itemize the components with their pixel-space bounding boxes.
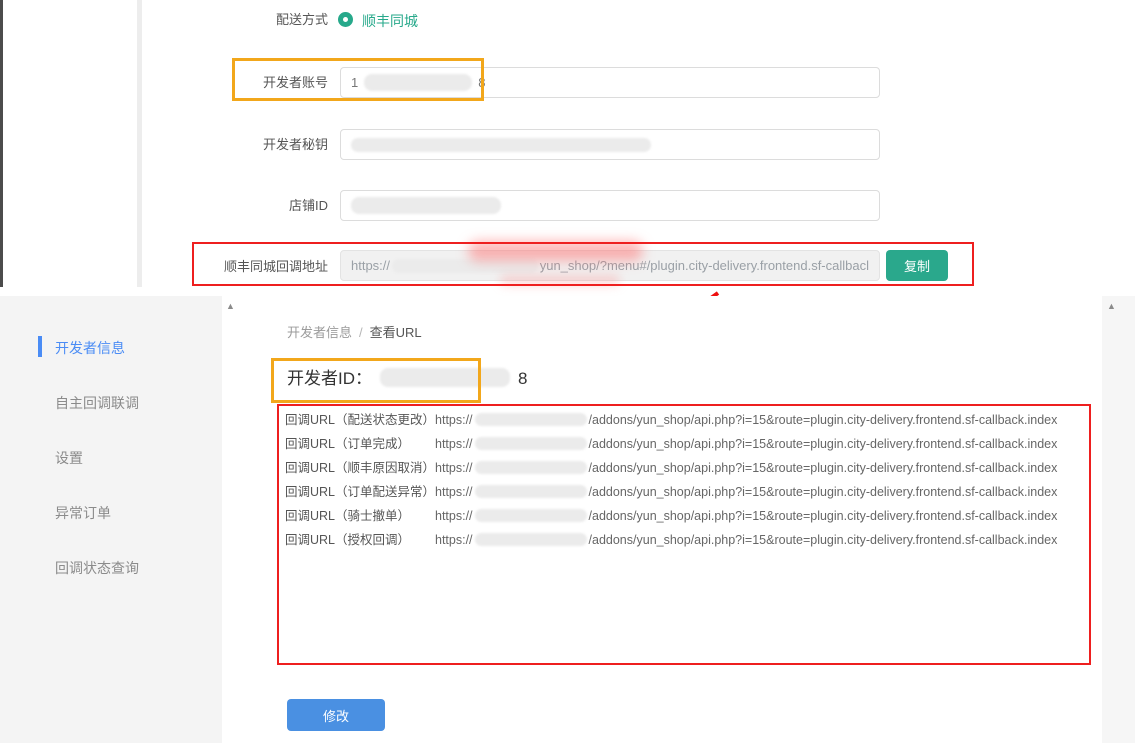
shop-id-label: 店铺ID xyxy=(150,198,328,214)
sidebar-item-self-callback-debug[interactable]: 自主回调联调 xyxy=(55,393,139,413)
left-edge-divider xyxy=(0,0,3,287)
panel-divider xyxy=(137,0,142,287)
modify-button[interactable]: 修改 xyxy=(287,699,385,731)
developer-info-panel: 开发者信息 自主回调联调 设置 异常订单 回调状态查询 ▲ ▲ 开发者信息 / 查看… xyxy=(0,296,1135,743)
red-highlight-callback-address xyxy=(192,242,974,286)
developer-secret-input[interactable] xyxy=(340,129,880,160)
active-item-indicator xyxy=(38,336,42,357)
orange-highlight-developer-id xyxy=(271,358,481,403)
redacted-shop-id-value xyxy=(351,197,501,214)
sidebar-item-abnormal-orders[interactable]: 异常订单 xyxy=(55,503,111,523)
redacted-secret-value xyxy=(351,138,651,152)
settings-form-panel: 配送方式 顺丰同城 开发者账号 1 8 开发者秘钥 店铺ID 顺丰同城回调地址 … xyxy=(0,0,1135,293)
breadcrumb-separator: / xyxy=(359,325,363,340)
breadcrumb: 开发者信息 / 查看URL xyxy=(287,322,422,341)
sidebar: 开发者信息 自主回调联调 设置 异常订单 回调状态查询 xyxy=(0,296,222,743)
delivery-method-option[interactable]: 顺丰同城 xyxy=(362,11,418,31)
breadcrumb-page: 查看URL xyxy=(370,325,422,340)
scrollbar-up-icon[interactable]: ▲ xyxy=(1107,301,1116,311)
right-scrollbar-track[interactable]: ▲ xyxy=(1102,296,1135,743)
developer-secret-label: 开发者秘钥 xyxy=(150,137,328,153)
scrollbar-up-icon[interactable]: ▲ xyxy=(226,301,235,311)
developer-id-suffix: 8 xyxy=(518,369,527,388)
sidebar-item-callback-status[interactable]: 回调状态查询 xyxy=(55,558,139,578)
sidebar-item-settings[interactable]: 设置 xyxy=(55,448,83,468)
shop-id-input[interactable] xyxy=(340,190,880,221)
delivery-method-label: 配送方式 xyxy=(150,12,328,28)
radio-selected-icon[interactable] xyxy=(338,12,353,27)
orange-highlight-developer-account xyxy=(232,58,484,101)
sidebar-item-developer-info[interactable]: 开发者信息 xyxy=(55,338,125,358)
breadcrumb-section[interactable]: 开发者信息 xyxy=(287,325,352,340)
page: 配送方式 顺丰同城 开发者账号 1 8 开发者秘钥 店铺ID 顺丰同城回调地址 … xyxy=(0,0,1135,743)
red-highlight-callback-url-list xyxy=(277,404,1091,665)
